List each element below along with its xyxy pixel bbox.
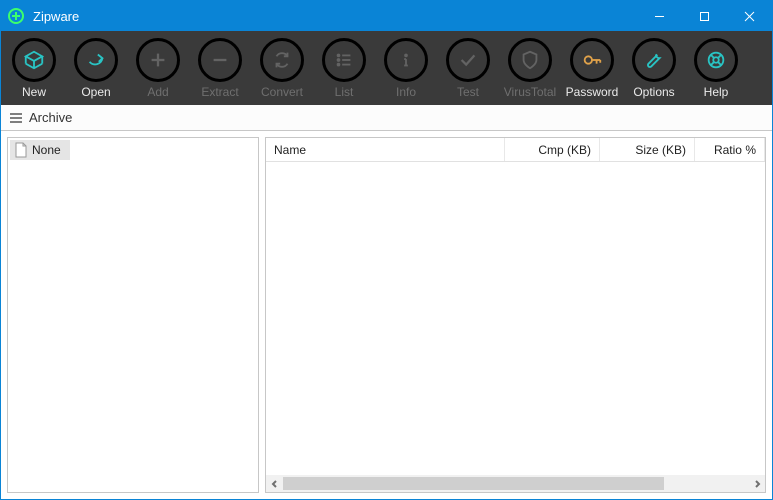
virustotal-button: VirusTotal <box>503 38 557 99</box>
open-button[interactable]: Open <box>69 38 123 99</box>
maximize-button[interactable] <box>682 1 727 31</box>
toolbar-item-label: VirusTotal <box>504 85 556 99</box>
hamburger-icon <box>9 112 23 124</box>
horizontal-scrollbar[interactable] <box>266 475 765 492</box>
list-pane: Name Cmp (KB) Size (KB) Ratio % <box>265 137 766 493</box>
help-button[interactable]: Help <box>689 38 743 99</box>
file-icon <box>14 142 28 158</box>
toolbar-item-label: Convert <box>261 85 303 99</box>
arrow-icon <box>74 38 118 82</box>
shield-icon <box>508 38 552 82</box>
plus-icon <box>136 38 180 82</box>
check-icon <box>446 38 490 82</box>
titlebar: Zipware <box>1 1 772 31</box>
minimize-button[interactable] <box>637 1 682 31</box>
list-body <box>266 162 765 475</box>
test-button: Test <box>441 38 495 99</box>
breadcrumb-label: Archive <box>29 110 72 125</box>
toolbar-item-label: Options <box>633 85 674 99</box>
info-button: Info <box>379 38 433 99</box>
extract-button: Extract <box>193 38 247 99</box>
toolbar: New Open Add Extract Convert List Info Test Viru… <box>1 31 772 105</box>
tree-pane: None <box>7 137 259 493</box>
list-icon <box>322 38 366 82</box>
column-header-ratio[interactable]: Ratio % <box>695 138 765 161</box>
breadcrumb: Archive <box>1 105 772 131</box>
scroll-track[interactable] <box>283 475 748 492</box>
list-header: Name Cmp (KB) Size (KB) Ratio % <box>266 138 765 162</box>
toolbar-item-label: Test <box>457 85 479 99</box>
key-icon <box>570 38 614 82</box>
new-button[interactable]: New <box>7 38 61 99</box>
cube-icon <box>12 38 56 82</box>
tree-item-root[interactable]: None <box>10 140 70 160</box>
minus-icon <box>198 38 242 82</box>
app-title: Zipware <box>31 9 637 24</box>
scroll-right-button[interactable] <box>748 475 765 492</box>
info-icon <box>384 38 428 82</box>
app-icon <box>1 8 31 24</box>
toolbar-item-label: Info <box>396 85 416 99</box>
toolbar-item-label: Password <box>566 85 619 99</box>
ring-icon <box>694 38 738 82</box>
scroll-left-button[interactable] <box>266 475 283 492</box>
tree-item-label: None <box>32 143 61 157</box>
column-header-size[interactable]: Size (KB) <box>600 138 695 161</box>
list-button: List <box>317 38 371 99</box>
add-button: Add <box>131 38 185 99</box>
wrench-icon <box>632 38 676 82</box>
close-button[interactable] <box>727 1 772 31</box>
toolbar-item-label: New <box>22 85 46 99</box>
toolbar-item-label: Open <box>81 85 110 99</box>
toolbar-item-label: List <box>335 85 354 99</box>
swap-icon <box>260 38 304 82</box>
column-header-cmp[interactable]: Cmp (KB) <box>505 138 600 161</box>
main-area: None Name Cmp (KB) Size (KB) Ratio % <box>1 131 772 499</box>
toolbar-item-label: Extract <box>201 85 238 99</box>
toolbar-item-label: Add <box>147 85 168 99</box>
password-button[interactable]: Password <box>565 38 619 99</box>
options-button[interactable]: Options <box>627 38 681 99</box>
scroll-thumb[interactable] <box>283 477 664 490</box>
column-header-name[interactable]: Name <box>266 138 505 161</box>
convert-button: Convert <box>255 38 309 99</box>
toolbar-item-label: Help <box>704 85 729 99</box>
app-window: Zipware New Open Add Extract Convert List Info… <box>0 0 773 500</box>
